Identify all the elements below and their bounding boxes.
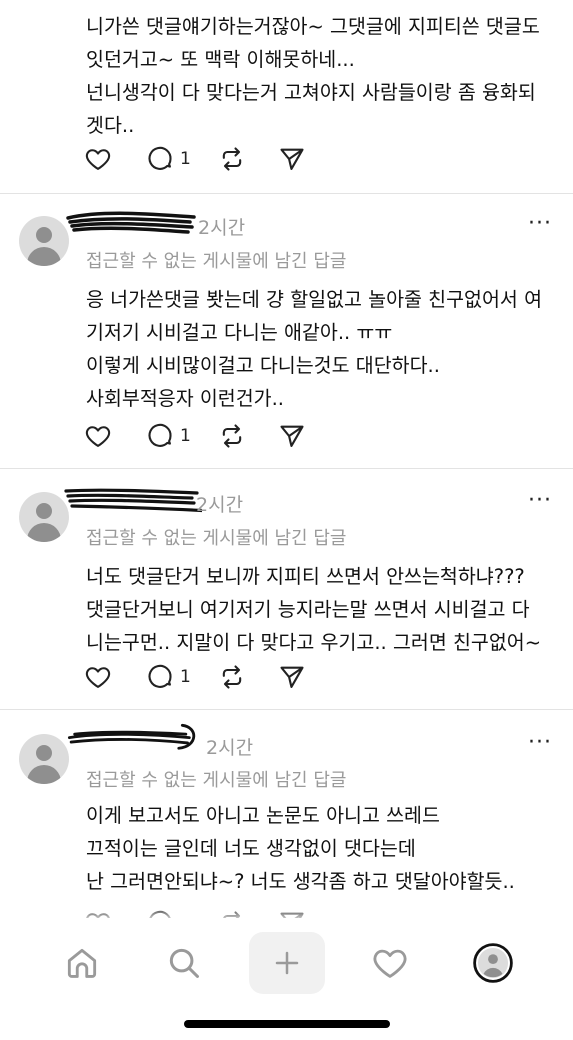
tab-profile[interactable]	[455, 932, 531, 994]
tab-search[interactable]	[146, 932, 222, 994]
like-button[interactable]	[84, 144, 112, 174]
more-options-button[interactable]: ···	[528, 488, 552, 513]
heart-icon	[85, 667, 111, 688]
profile-icon	[473, 943, 513, 983]
post-actions: 1	[84, 421, 324, 451]
repost-button[interactable]	[218, 662, 246, 692]
home-indicator	[184, 1020, 390, 1028]
reply-count: 1	[180, 667, 191, 687]
like-button[interactable]	[84, 662, 112, 692]
send-icon	[280, 666, 304, 688]
search-icon	[169, 948, 199, 978]
comment-bubble-icon	[148, 664, 172, 688]
repost-button[interactable]	[218, 144, 246, 174]
reply-button[interactable]: 1	[146, 662, 191, 692]
send-icon	[280, 425, 304, 447]
post-text: 너도 댓글단거 보니까 지피티 쓰면서 안쓰는척하냐??? 댓글단거보니 여기저…	[86, 565, 542, 654]
post-time: 2시간	[198, 217, 246, 239]
more-options-button[interactable]: ···	[528, 211, 552, 236]
more-options-button[interactable]: ···	[528, 730, 552, 755]
reply-count: 1	[180, 426, 191, 446]
heart-icon	[85, 149, 111, 170]
tab-create[interactable]	[249, 932, 325, 994]
reply-context-subtitle: 접근할 수 없는 게시물에 남긴 답글	[86, 770, 347, 791]
repost-icon	[222, 424, 242, 448]
reply-context-subtitle: 접근할 수 없는 게시물에 남긴 답글	[86, 528, 347, 549]
repost-icon	[222, 665, 242, 689]
repost-button[interactable]	[218, 421, 246, 451]
reply-context-subtitle: 접근할 수 없는 게시물에 남긴 답글	[86, 251, 347, 272]
reply-count: 1	[180, 149, 191, 169]
post-divider	[0, 193, 573, 194]
post-text: 니가쓴 댓글얘기하는거잖아~ 그댓글에 지피티쓴 댓글도 잇던거고~ 또 맥락 …	[86, 15, 540, 137]
plus-icon	[275, 951, 299, 975]
tab-home[interactable]	[44, 932, 120, 994]
repost-icon	[222, 147, 242, 171]
post-divider	[0, 468, 573, 469]
home-icon	[67, 948, 97, 978]
reply-button[interactable]: 1	[146, 421, 191, 451]
share-button[interactable]	[278, 662, 306, 692]
post-text: 이게 보고서도 아니고 논문도 아니고 쓰레드 끄적이는 글인데 너도 생각없이…	[86, 804, 515, 893]
redacted-username-scribble	[67, 723, 196, 750]
send-icon	[280, 148, 304, 170]
redacted-username-scribble	[64, 488, 202, 513]
comment-bubble-icon	[148, 423, 172, 447]
post-text: 응 너가쓴댓글 봣는데 걍 할일없고 놀아줄 친구없어서 여 기저기 시비걸고 …	[86, 288, 543, 410]
comment-bubble-icon	[148, 146, 172, 170]
reply-button[interactable]: 1	[146, 144, 191, 174]
post-time: 2시간	[196, 494, 244, 516]
post-time: 2시간	[206, 737, 254, 759]
post-actions: 1	[84, 662, 324, 692]
share-button[interactable]	[278, 144, 306, 174]
heart-icon	[85, 426, 111, 447]
post-divider	[0, 709, 573, 710]
post-actions: 1	[84, 144, 324, 174]
heart-icon	[373, 949, 407, 978]
tab-activity[interactable]	[352, 932, 428, 994]
redacted-username-scribble	[66, 211, 196, 234]
share-button[interactable]	[278, 421, 306, 451]
like-button[interactable]	[84, 421, 112, 451]
